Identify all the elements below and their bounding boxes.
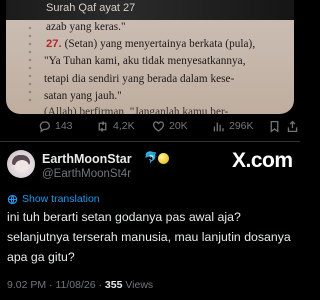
post-time[interactable]: 9.02 PM [7, 279, 46, 291]
post-text-line: selanjutnya terserah manusia, mau lanjut… [7, 230, 291, 244]
book-line: azab yang keras." [46, 21, 126, 33]
post-text-line: apa ga gitu? [7, 250, 75, 264]
bookmark-icon [270, 120, 279, 133]
post-views-label: Views [125, 279, 154, 291]
avatar[interactable] [7, 150, 35, 178]
show-translation-link[interactable]: Show translation [7, 193, 100, 205]
surah-header: Surah Qaf ayat 27 [46, 2, 136, 14]
views-count: 296K [229, 120, 254, 132]
reply-button[interactable]: 143 [38, 118, 73, 134]
bookmark-button[interactable] [268, 118, 281, 134]
book-line: (Allah) berfirman, "Janganlah kamu ber- [44, 106, 229, 114]
divider [0, 141, 300, 142]
user-handle[interactable]: @EarthMoonSt4r [42, 168, 131, 180]
verse-number: 27. [46, 38, 62, 50]
analytics-icon [213, 121, 224, 131]
book-line: satan yang jauh." [44, 90, 122, 102]
repost-icon [98, 120, 107, 132]
page-texture [26, 24, 34, 104]
x-logo: X.com [232, 149, 293, 172]
avatar-face [15, 160, 29, 172]
dolphin-emoji: 🐬 [144, 152, 158, 164]
globe-icon [7, 194, 18, 204]
display-name[interactable]: EarthMoonStar [42, 152, 132, 166]
quoted-image[interactable]: Surah Qaf ayat 27 azab yang keras." 27. … [6, 0, 294, 114]
post-text-line: ini tuh berarti setan godanya pas awal a… [7, 210, 241, 224]
book-line: "Ya Tuhan kami, aku tidak menyesatkannya… [44, 55, 246, 67]
views-button[interactable]: 296K [212, 118, 254, 134]
share-button[interactable] [286, 118, 299, 134]
like-count: 20K [169, 120, 188, 132]
quoted-action-bar: 143 4,2K 20K 296K [0, 118, 300, 134]
translate-label: Show translation [22, 193, 100, 205]
post-meta: 9.02 PM · 11/08/26 · 355 Views [7, 279, 153, 291]
post-views-count: 355 [104, 279, 123, 291]
reply-icon [39, 120, 51, 133]
meta-separator: · [49, 279, 53, 291]
post-date[interactable]: 11/08/26 [55, 279, 95, 291]
book-line-verse: 27. (Setan) yang menyertainya berkata (p… [46, 38, 255, 50]
heart-icon [152, 120, 165, 132]
repost-count: 4,2K [113, 120, 135, 132]
meta-separator: · [98, 279, 102, 291]
moon-emoji-icon [158, 153, 169, 164]
book-line: (Setan) yang menyertainya berkata (pula)… [64, 38, 256, 50]
repost-button[interactable]: 4,2K [96, 118, 135, 134]
reply-count: 143 [55, 120, 73, 132]
like-button[interactable]: 20K [152, 118, 188, 134]
book-line: tetapi dia sendiri yang berada dalam kes… [44, 73, 235, 85]
share-icon [287, 120, 298, 132]
